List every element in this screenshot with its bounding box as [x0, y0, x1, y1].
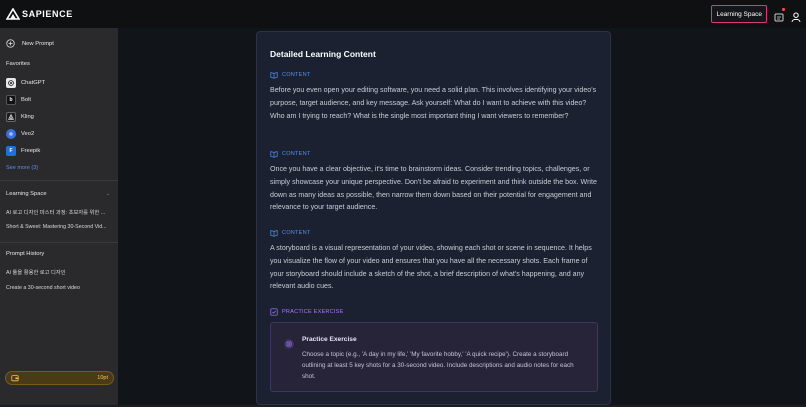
new-prompt-label: New Prompt — [22, 40, 54, 47]
prompt-history-header: Prompt History — [6, 251, 45, 257]
notification-badge — [782, 8, 785, 11]
favorite-label: Bolt — [21, 97, 31, 103]
wallet-icon — [11, 375, 19, 382]
book-icon — [270, 230, 278, 237]
sidebar-divider — [0, 180, 118, 181]
chevron-down-icon[interactable]: ⌄ — [106, 191, 110, 197]
history-item[interactable]: Create a 30-second short video — [6, 285, 112, 291]
favorite-label: ChatGPT — [21, 80, 46, 86]
sidebar: New Prompt Favorites ChatGPT b Bolt Klin… — [0, 28, 118, 405]
practice-exercise-box: Practice Exercise Choose a topic (e.g., … — [270, 322, 598, 392]
book-icon — [270, 151, 278, 158]
section-label-text: CONTENT — [282, 230, 311, 236]
section-label: CONTENT — [270, 229, 310, 237]
favorite-item-freepik[interactable]: F Freepik — [6, 146, 40, 156]
bolt-icon: b — [6, 95, 16, 105]
learning-space-item[interactable]: Short & Sweet: Mastering 30-Second Vid..… — [6, 224, 112, 230]
favorites-header: Favorites — [6, 61, 30, 67]
favorite-label: Freepik — [21, 148, 41, 154]
book-icon — [270, 72, 278, 79]
content-paragraph: Once you have a clear objective, it's ti… — [270, 165, 597, 212]
favorite-item-veo2[interactable]: Veo2 — [6, 129, 34, 139]
learning-content-card: Detailed Learning Content CONTENT Before… — [256, 31, 611, 405]
sapience-logo-icon — [6, 8, 20, 20]
favorite-item-kling[interactable]: Kling — [6, 112, 34, 122]
user-profile-icon[interactable] — [791, 9, 801, 23]
favorite-item-chatgpt[interactable]: ChatGPT — [6, 78, 45, 88]
points-value: 10pt — [97, 375, 108, 381]
kling-icon — [6, 112, 16, 122]
section-label: CONTENT — [270, 150, 310, 158]
main-content: Detailed Learning Content CONTENT Before… — [118, 28, 806, 405]
notifications-icon[interactable] — [774, 8, 785, 22]
learning-space-button[interactable]: Learning Space — [711, 5, 767, 23]
exercise-text: Choose a topic (e.g., 'A day in my life,… — [302, 351, 574, 380]
new-prompt-button[interactable]: New Prompt — [6, 39, 54, 48]
favorite-label: Veo2 — [21, 131, 35, 137]
content-paragraph: Before you even open your editing softwa… — [270, 86, 597, 120]
exercise-title: Practice Exercise — [302, 336, 357, 343]
history-item[interactable]: AI 툴을 활용한 로고 디자인 — [6, 268, 112, 276]
section-label-text: CONTENT — [282, 151, 311, 157]
favorite-label: Kling — [21, 114, 34, 120]
page-title: Detailed Learning Content — [270, 49, 376, 59]
freepik-icon: F — [6, 146, 16, 156]
top-bar: SAPIENCE Learning Space — [0, 0, 806, 28]
plus-circle-icon — [6, 39, 15, 48]
learning-space-header: Learning Space — [6, 191, 47, 197]
veo2-icon — [6, 129, 16, 139]
checkbox-icon — [270, 308, 278, 316]
see-more-link[interactable]: See more (3) — [6, 165, 38, 171]
favorite-item-bolt[interactable]: b Bolt — [6, 95, 31, 105]
points-badge[interactable]: 10pt — [5, 371, 114, 385]
section-label-text: CONTENT — [282, 72, 311, 78]
practice-label-text: PRACTICE EXERCISE — [282, 309, 344, 315]
practice-label: PRACTICE EXERCISE — [270, 308, 344, 316]
exercise-icon — [284, 339, 294, 349]
logo[interactable]: SAPIENCE — [6, 8, 73, 20]
content-paragraph: A storyboard is a visual representation … — [270, 244, 592, 291]
chatgpt-icon — [6, 78, 16, 88]
brand-name: SAPIENCE — [22, 9, 73, 19]
learning-space-item[interactable]: AI 로고 디자인 마스터 과정: 초보자를 위한 ... — [6, 208, 112, 216]
section-label: CONTENT — [270, 71, 310, 79]
sidebar-divider — [0, 242, 118, 243]
